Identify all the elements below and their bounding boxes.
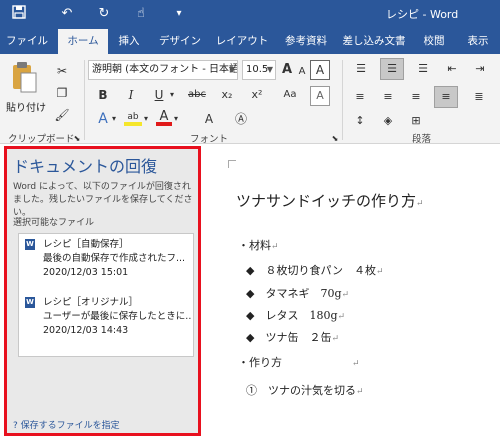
numbering-icon[interactable]: ☰ [380,58,404,80]
file-timestamp: 2020/12/03 15:01 [43,267,129,278]
superscript-button[interactable]: x² [248,86,266,104]
align-left-icon[interactable]: ≡ [350,88,370,106]
tab-design[interactable]: デザイン [154,29,206,54]
ribbon-tabs: ファイル ホーム 挿入 デザイン レイアウト 参考資料 差し込み文書 校閲 表示 [0,29,500,54]
heading-materials[interactable]: ・材料↵ [238,237,279,253]
borders-icon[interactable]: ⊞ [406,112,426,130]
undo-icon[interactable]: ↶ [58,5,76,23]
italic-button[interactable]: I [124,86,138,104]
font-size-value: 10.5 [246,64,269,75]
save-file-help-link[interactable]: ? 保存するファイルを指定 [13,418,120,431]
char-shading-icon[interactable]: A [200,110,218,128]
recovery-panel-title: ドキュメントの回復 [13,157,158,176]
enclose-char-icon[interactable]: Ⓐ [232,110,250,128]
window-title: レシピ - Word [386,8,459,21]
list-item[interactable]: ◆ ツナ缶 ２缶↵ [246,329,339,345]
document-title[interactable]: ツナサンドイッチの作り方↵ [236,190,424,211]
chevron-down-icon[interactable]: ▾ [172,110,180,128]
list-item[interactable]: ◆ タマネギ 70g↵ [246,285,349,301]
grow-font-icon[interactable]: A [280,61,294,79]
tab-references[interactable]: 参考資料 [278,29,334,54]
underline-button[interactable]: U [152,86,166,104]
copy-icon[interactable]: ❐ [54,84,70,102]
group-separator [84,60,85,140]
list-item[interactable]: ◆ レタス 180g↵ [246,307,345,323]
ribbon: 貼り付け ✂ ❐ 🖌 クリップボード ⬊ 游明朝 (本文のフォント - 日本語)… [0,54,500,145]
save-icon[interactable] [10,5,28,23]
recovered-file-list: W レシピ［自動保存］ 最後の自動保存で作成されたフ... 2020/12/03… [18,233,194,357]
decrease-indent-icon[interactable]: ⇤ [442,60,462,78]
available-files-label: 選択可能なファイル [13,218,95,228]
chevron-down-icon: ▼ [266,65,273,74]
font-name-combo[interactable]: 游明朝 (本文のフォント - 日本語) ▼ [88,60,238,80]
distribute-icon[interactable]: ≣ [468,88,490,106]
file-description: 最後の自動保存で作成されたフ... [43,253,186,264]
group-separator [342,60,343,140]
clipboard-group-label: クリップボード [8,134,75,145]
redo-icon[interactable]: ↻ [95,5,113,23]
tab-home[interactable]: ホーム [58,29,108,54]
bullets-icon[interactable]: ☰ [350,60,372,78]
word-file-icon: W [25,297,35,308]
highlight-icon[interactable]: ab [124,108,142,126]
shading-icon[interactable]: ◈ [378,112,398,130]
line-spacing-icon[interactable]: ↕ [350,112,370,130]
tab-view[interactable]: 表示 [458,29,498,54]
text-effect-icon[interactable]: A [96,110,110,128]
tab-insert[interactable]: 挿入 [110,29,148,54]
paste-button-label[interactable]: 貼り付け [6,99,46,114]
file-name: レシピ［自動保存］ [43,239,129,250]
list-item[interactable]: ◆ ８枚切り食パン ４枚↵ [246,262,384,278]
touch-mode-icon[interactable]: ☝ [132,5,150,23]
multilevel-list-icon[interactable]: ☰ [412,60,434,78]
help-icon: ? [13,421,18,431]
subscript-button[interactable]: x₂ [218,86,236,104]
cut-icon[interactable]: ✂ [54,62,70,80]
justify-icon[interactable]: ≡ [434,86,458,108]
char-border-icon[interactable]: A [310,60,330,80]
document-recovery-panel: ドキュメントの回復 Word によって、以下のファイルが回復されました。残したい… [4,146,201,436]
tab-layout[interactable]: レイアウト [212,29,272,54]
chevron-down-icon[interactable]: ▾ [142,110,150,128]
font-size-combo[interactable]: 10.5 ▼ [242,60,276,80]
customize-qat-icon[interactable]: ▾ [170,5,188,23]
align-center-icon[interactable]: ≡ [378,88,398,106]
list-item[interactable]: ① ツナの汁気を切る↵ [246,382,364,398]
tab-review[interactable]: 校閲 [416,29,452,54]
tab-file[interactable]: ファイル [0,29,54,54]
title-bar: ↶ ↻ ☝ ▾ レシピ - Word [0,0,500,29]
word-file-icon: W [25,239,35,250]
format-painter-icon[interactable]: 🖌 [54,106,70,124]
bold-button[interactable]: B [96,86,110,104]
align-right-icon[interactable]: ≡ [406,88,426,106]
increase-indent-icon[interactable]: ⇥ [470,60,490,78]
recovered-file-item[interactable]: W レシピ［自動保存］ 最後の自動保存で作成されたフ... 2020/12/03… [25,238,191,280]
file-name: レシピ［オリジナル］ [43,297,139,308]
paste-icon[interactable] [10,60,40,96]
chevron-down-icon[interactable]: ▾ [110,110,118,128]
shrink-font-icon[interactable]: A [296,63,308,81]
file-timestamp: 2020/12/03 14:43 [43,325,129,336]
change-case-button[interactable]: Aa [278,86,302,104]
file-description: ユーザーが最後に保存したときに... [43,311,191,322]
chevron-down-icon: ▼ [228,65,235,74]
chevron-down-icon[interactable]: ▾ [168,86,176,104]
paragraph-group-label: 段落 [412,134,432,145]
tab-mailings[interactable]: 差し込み文書 [338,29,410,54]
clear-formatting-icon[interactable]: A [310,86,330,106]
page-corner-mark [228,160,236,168]
font-color-icon[interactable]: A [156,108,172,126]
recovered-file-item[interactable]: W レシピ［オリジナル］ ユーザーが最後に保存したときに... 2020/12/… [25,296,191,338]
strikethrough-button[interactable]: abc [186,86,208,104]
font-group-label: フォント [190,134,229,145]
heading-steps[interactable]: ・作り方 ↵ [238,354,360,370]
font-name-value: 游明朝 (本文のフォント - 日本語) [92,64,238,75]
